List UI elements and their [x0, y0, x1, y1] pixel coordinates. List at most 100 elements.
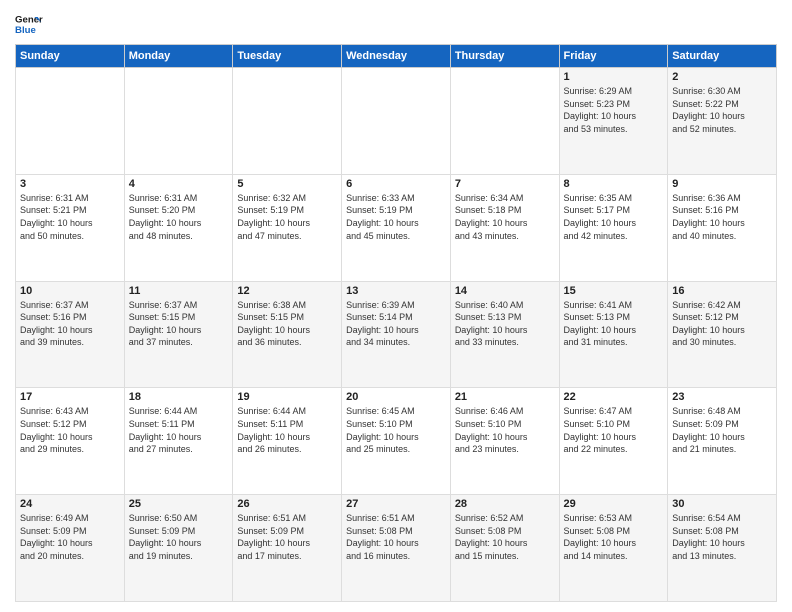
day-info: Sunrise: 6:30 AM Sunset: 5:22 PM Dayligh…: [672, 85, 772, 135]
calendar-cell: 9 Sunrise: 6:36 AM Sunset: 5:16 PM Daylig…: [668, 174, 777, 281]
calendar-cell: 13 Sunrise: 6:39 AM Sunset: 5:14 PM Dayli…: [342, 281, 451, 388]
calendar-cell: 26Sunrise: 6:51 AM Sunset: 5:09 PM Dayli…: [233, 495, 342, 602]
day-number: 1: [564, 71, 664, 83]
day-info: Sunrise: 6:32 AM Sunset: 5:19 PM Dayligh…: [237, 192, 337, 242]
calendar-cell: 2 Sunrise: 6:30 AM Sunset: 5:22 PM Daylig…: [668, 68, 777, 175]
day-info: Sunrise: 6:31 AM Sunset: 5:21 PM Dayligh…: [20, 192, 120, 242]
day-info: Sunrise: 6:35 AM Sunset: 5:17 PM Dayligh…: [564, 192, 664, 242]
day-number: 4: [129, 178, 229, 190]
calendar-cell: 5 Sunrise: 6:32 AM Sunset: 5:19 PM Daylig…: [233, 174, 342, 281]
calendar-cell: 10 Sunrise: 6:37 AM Sunset: 5:16 PM Dayli…: [16, 281, 125, 388]
weekday-header-thursday: Thursday: [450, 45, 559, 68]
day-number: 27: [346, 498, 446, 510]
calendar-cell: [16, 68, 125, 175]
logo-icon: General Blue: [15, 10, 43, 38]
day-number: 13: [346, 285, 446, 297]
weekday-header-monday: Monday: [124, 45, 233, 68]
calendar-cell: 14 Sunrise: 6:40 AM Sunset: 5:13 PM Dayli…: [450, 281, 559, 388]
day-number: 20: [346, 391, 446, 403]
day-number: 30: [672, 498, 772, 510]
calendar-cell: 1 Sunrise: 6:29 AM Sunset: 5:23 PM Daylig…: [559, 68, 668, 175]
day-info: Sunrise: 6:43 AM Sunset: 5:12 PM Dayligh…: [20, 405, 120, 455]
day-info: Sunrise: 6:53 AM Sunset: 5:08 PM Dayligh…: [564, 512, 664, 562]
day-info: Sunrise: 6:51 AM Sunset: 5:09 PM Dayligh…: [237, 512, 337, 562]
calendar-cell: 20 Sunrise: 6:45 AM Sunset: 5:10 PM Dayli…: [342, 388, 451, 495]
day-info: Sunrise: 6:39 AM Sunset: 5:14 PM Dayligh…: [346, 299, 446, 349]
day-number: 6: [346, 178, 446, 190]
day-info: Sunrise: 6:38 AM Sunset: 5:15 PM Dayligh…: [237, 299, 337, 349]
weekday-header-row: SundayMondayTuesdayWednesdayThursdayFrid…: [16, 45, 777, 68]
calendar-cell: 29 Sunrise: 6:53 AM Sunset: 5:08 PM Dayli…: [559, 495, 668, 602]
day-info: Sunrise: 6:52 AM Sunset: 5:08 PM Dayligh…: [455, 512, 555, 562]
day-info: Sunrise: 6:36 AM Sunset: 5:16 PM Dayligh…: [672, 192, 772, 242]
calendar-cell: 25Sunrise: 6:50 AM Sunset: 5:09 PM Dayli…: [124, 495, 233, 602]
calendar-cell: 8 Sunrise: 6:35 AM Sunset: 5:17 PM Daylig…: [559, 174, 668, 281]
calendar-cell: 3 Sunrise: 6:31 AM Sunset: 5:21 PM Daylig…: [16, 174, 125, 281]
calendar-cell: 12Sunrise: 6:38 AM Sunset: 5:15 PM Dayli…: [233, 281, 342, 388]
day-number: 18: [129, 391, 229, 403]
day-info: Sunrise: 6:37 AM Sunset: 5:16 PM Dayligh…: [20, 299, 120, 349]
day-number: 3: [20, 178, 120, 190]
day-info: Sunrise: 6:34 AM Sunset: 5:18 PM Dayligh…: [455, 192, 555, 242]
day-info: Sunrise: 6:51 AM Sunset: 5:08 PM Dayligh…: [346, 512, 446, 562]
calendar-week-5: 24Sunrise: 6:49 AM Sunset: 5:09 PM Dayli…: [16, 495, 777, 602]
calendar-cell: 24Sunrise: 6:49 AM Sunset: 5:09 PM Dayli…: [16, 495, 125, 602]
calendar-week-4: 17 Sunrise: 6:43 AM Sunset: 5:12 PM Dayli…: [16, 388, 777, 495]
day-info: Sunrise: 6:54 AM Sunset: 5:08 PM Dayligh…: [672, 512, 772, 562]
day-info: Sunrise: 6:45 AM Sunset: 5:10 PM Dayligh…: [346, 405, 446, 455]
day-info: Sunrise: 6:47 AM Sunset: 5:10 PM Dayligh…: [564, 405, 664, 455]
day-number: 15: [564, 285, 664, 297]
day-number: 19: [237, 391, 337, 403]
day-info: Sunrise: 6:50 AM Sunset: 5:09 PM Dayligh…: [129, 512, 229, 562]
weekday-header-saturday: Saturday: [668, 45, 777, 68]
day-info: Sunrise: 6:29 AM Sunset: 5:23 PM Dayligh…: [564, 85, 664, 135]
day-number: 16: [672, 285, 772, 297]
calendar-table: SundayMondayTuesdayWednesdayThursdayFrid…: [15, 44, 777, 602]
calendar-cell: 4Sunrise: 6:31 AM Sunset: 5:20 PM Daylig…: [124, 174, 233, 281]
calendar-week-3: 10 Sunrise: 6:37 AM Sunset: 5:16 PM Dayli…: [16, 281, 777, 388]
day-number: 23: [672, 391, 772, 403]
calendar-cell: 23Sunrise: 6:48 AM Sunset: 5:09 PM Dayli…: [668, 388, 777, 495]
calendar-cell: 27 Sunrise: 6:51 AM Sunset: 5:08 PM Dayli…: [342, 495, 451, 602]
calendar-cell: 6 Sunrise: 6:33 AM Sunset: 5:19 PM Daylig…: [342, 174, 451, 281]
day-number: 21: [455, 391, 555, 403]
day-number: 14: [455, 285, 555, 297]
weekday-header-tuesday: Tuesday: [233, 45, 342, 68]
day-info: Sunrise: 6:40 AM Sunset: 5:13 PM Dayligh…: [455, 299, 555, 349]
day-info: Sunrise: 6:44 AM Sunset: 5:11 PM Dayligh…: [237, 405, 337, 455]
weekday-header-sunday: Sunday: [16, 45, 125, 68]
day-number: 9: [672, 178, 772, 190]
day-number: 17: [20, 391, 120, 403]
calendar-cell: 30 Sunrise: 6:54 AM Sunset: 5:08 PM Dayli…: [668, 495, 777, 602]
calendar-cell: 18Sunrise: 6:44 AM Sunset: 5:11 PM Dayli…: [124, 388, 233, 495]
day-number: 10: [20, 285, 120, 297]
calendar-cell: 7 Sunrise: 6:34 AM Sunset: 5:18 PM Daylig…: [450, 174, 559, 281]
day-info: Sunrise: 6:37 AM Sunset: 5:15 PM Dayligh…: [129, 299, 229, 349]
day-info: Sunrise: 6:41 AM Sunset: 5:13 PM Dayligh…: [564, 299, 664, 349]
calendar-cell: 21 Sunrise: 6:46 AM Sunset: 5:10 PM Dayli…: [450, 388, 559, 495]
svg-text:Blue: Blue: [15, 25, 36, 36]
calendar-week-2: 3 Sunrise: 6:31 AM Sunset: 5:21 PM Daylig…: [16, 174, 777, 281]
calendar-cell: 22Sunrise: 6:47 AM Sunset: 5:10 PM Dayli…: [559, 388, 668, 495]
calendar-page: General Blue SundayMondayTuesdayWednesda…: [0, 0, 792, 612]
calendar-cell: [124, 68, 233, 175]
day-info: Sunrise: 6:49 AM Sunset: 5:09 PM Dayligh…: [20, 512, 120, 562]
calendar-cell: 17 Sunrise: 6:43 AM Sunset: 5:12 PM Dayli…: [16, 388, 125, 495]
calendar-cell: [450, 68, 559, 175]
calendar-cell: [233, 68, 342, 175]
day-number: 8: [564, 178, 664, 190]
day-info: Sunrise: 6:42 AM Sunset: 5:12 PM Dayligh…: [672, 299, 772, 349]
day-info: Sunrise: 6:46 AM Sunset: 5:10 PM Dayligh…: [455, 405, 555, 455]
calendar-cell: 16 Sunrise: 6:42 AM Sunset: 5:12 PM Dayli…: [668, 281, 777, 388]
calendar-body: 1 Sunrise: 6:29 AM Sunset: 5:23 PM Daylig…: [16, 68, 777, 602]
logo: General Blue: [15, 10, 43, 38]
day-number: 5: [237, 178, 337, 190]
calendar-cell: 28Sunrise: 6:52 AM Sunset: 5:08 PM Dayli…: [450, 495, 559, 602]
calendar-cell: 19 Sunrise: 6:44 AM Sunset: 5:11 PM Dayli…: [233, 388, 342, 495]
day-number: 7: [455, 178, 555, 190]
day-info: Sunrise: 6:33 AM Sunset: 5:19 PM Dayligh…: [346, 192, 446, 242]
day-number: 2: [672, 71, 772, 83]
day-number: 29: [564, 498, 664, 510]
calendar-week-1: 1 Sunrise: 6:29 AM Sunset: 5:23 PM Daylig…: [16, 68, 777, 175]
weekday-header-friday: Friday: [559, 45, 668, 68]
